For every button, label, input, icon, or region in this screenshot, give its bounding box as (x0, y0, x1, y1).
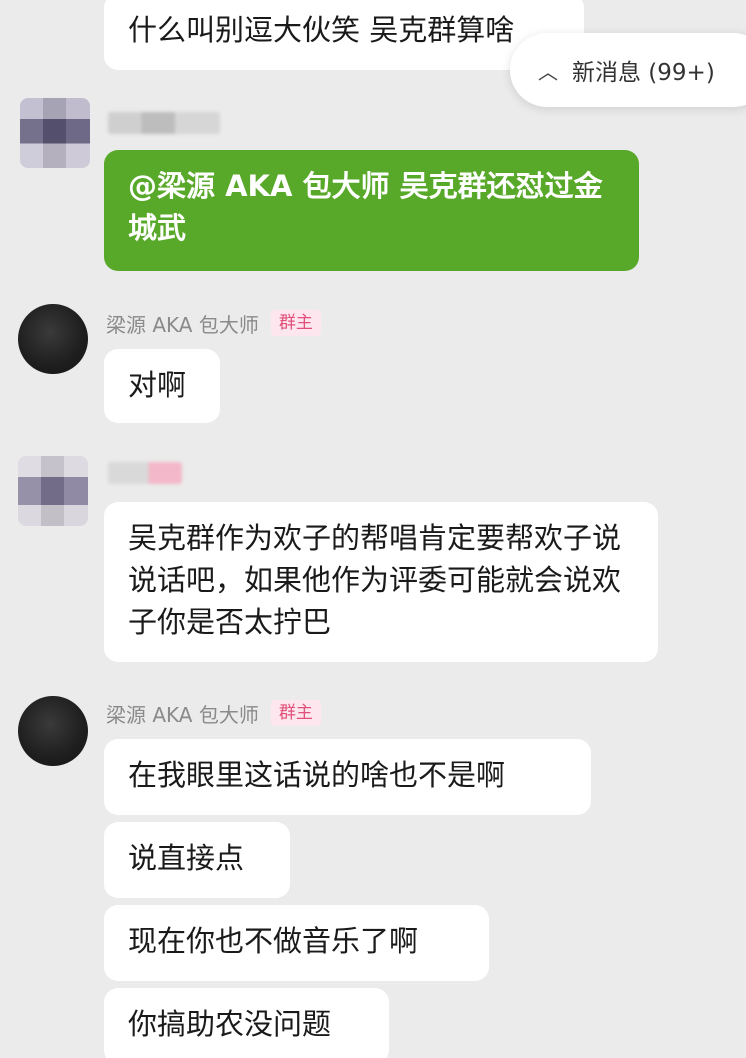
sender-name-redacted (108, 462, 182, 484)
sender-name: 梁源 AKA 包大师 (106, 312, 259, 337)
sender-row: 梁源 AKA 包大师 群主 (106, 698, 321, 728)
message-bubble[interactable]: 你搞助农没问题 (104, 988, 389, 1058)
chat-window: 什么叫别逗大伙笑 吴克群算啥 ︿ 新消息 (99+) @梁源 AKA 包大师 吴… (0, 0, 746, 1058)
message-bubble[interactable]: 说直接点 (104, 822, 290, 898)
avatar[interactable] (18, 696, 88, 766)
message-bubble[interactable]: 现在你也不做音乐了啊 (104, 905, 489, 981)
sender-row: 梁源 AKA 包大师 群主 (106, 308, 321, 338)
chevron-up-icon: ︿ (538, 59, 558, 84)
sender-name: 梁源 AKA 包大师 (106, 702, 259, 727)
avatar[interactable] (18, 456, 88, 526)
message-bubble-mention[interactable]: @梁源 AKA 包大师 吴克群还怼过金城武 (104, 150, 639, 271)
sender-name-redacted (108, 112, 220, 134)
avatar[interactable] (18, 304, 88, 374)
owner-badge: 群主 (270, 700, 321, 726)
message-bubble[interactable]: 对啊 (104, 349, 220, 423)
message-bubble[interactable]: 在我眼里这话说的啥也不是啊 (104, 739, 591, 815)
owner-badge: 群主 (270, 310, 321, 336)
new-messages-button[interactable]: ︿ 新消息 (99+) (510, 33, 746, 107)
new-messages-label: 新消息 (99+) (572, 60, 715, 86)
avatar[interactable] (20, 98, 90, 168)
message-bubble[interactable]: 吴克群作为欢子的帮唱肯定要帮欢子说说话吧，如果他作为评委可能就会说欢子你是否太拧… (104, 502, 658, 662)
